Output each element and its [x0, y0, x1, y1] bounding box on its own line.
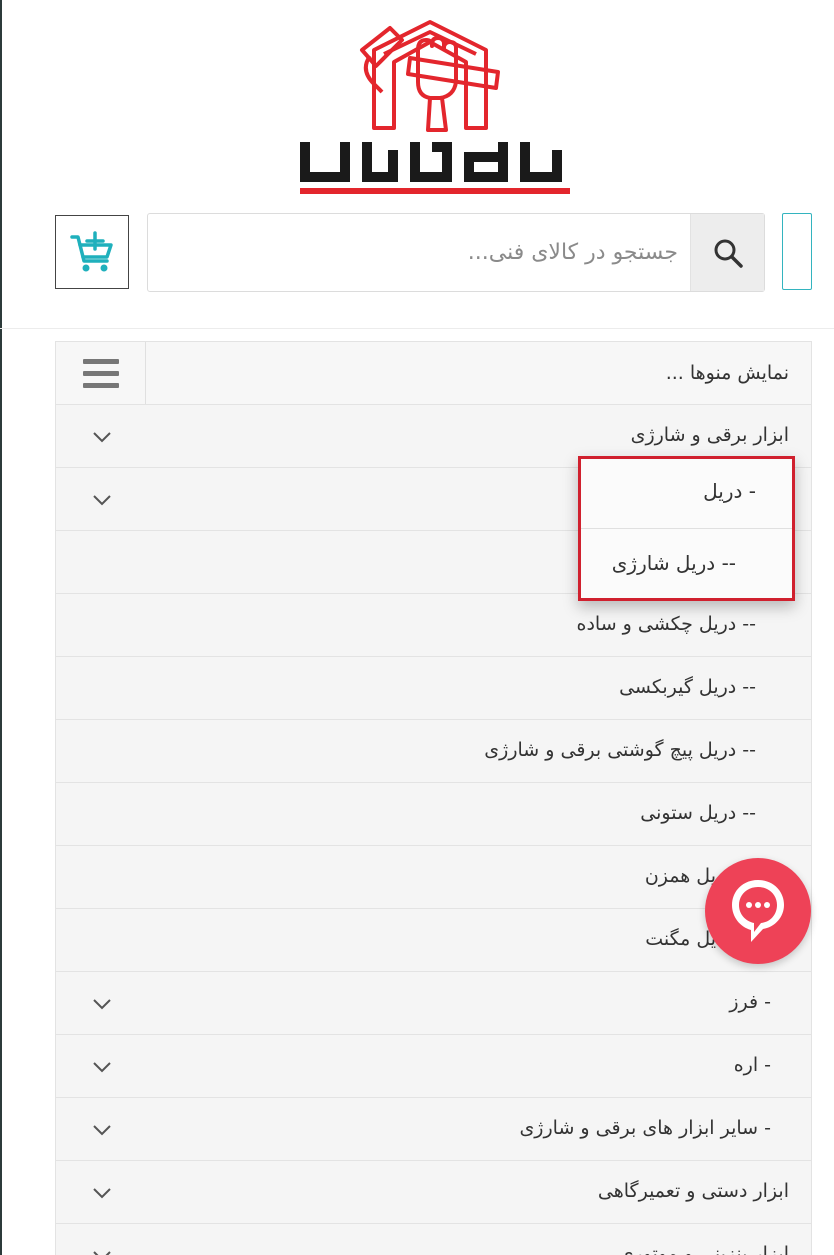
menu-item-hammer-drill[interactable]: -- دریل چکشی و ساده: [56, 594, 811, 657]
menu-item-label: -- دریل گیربکسی: [619, 676, 756, 698]
hamburger-icon[interactable]: [56, 342, 146, 404]
menu-item-grinder[interactable]: - فرز: [56, 972, 811, 1035]
chevron-down-icon[interactable]: [92, 1120, 112, 1140]
search-icon: [714, 239, 743, 268]
menu-item-label: -- دریل چکشی و ساده: [576, 613, 756, 635]
menu-item-mixer-drill[interactable]: یل همزن: [56, 846, 811, 909]
menu-item-label: ابزار بنزینی و موتوری: [618, 1243, 789, 1255]
chat-icon: [732, 880, 784, 942]
menu-item-label: - سایر ابزار های برقی و شارژی: [519, 1117, 771, 1139]
menu-header-label: نمایش منوها ...: [665, 362, 789, 384]
menu-item-magnet-drill[interactable]: یل مگنت: [56, 909, 811, 972]
popup-item-label: - دریل: [703, 479, 756, 503]
menu-item-label: ابزار برقی و شارژی: [630, 424, 789, 446]
logo-icon: [300, 20, 570, 194]
chat-button[interactable]: [705, 858, 811, 964]
side-panel-tab[interactable]: [782, 213, 812, 290]
drill-submenu-popup: - دریل -- دریل شارژی: [578, 456, 795, 601]
page-edge: [0, 0, 2, 1255]
menu-item-label: -- دریل ستونی: [640, 802, 756, 824]
search-bar: [147, 213, 765, 292]
cart-add-icon: [70, 231, 113, 272]
menu-item-label: ابزار دستی و تعمیرگاهی: [597, 1180, 789, 1202]
header-divider: [0, 328, 834, 329]
chevron-down-icon[interactable]: [92, 427, 112, 447]
menu-item-label: یل همزن: [644, 865, 716, 887]
menu-item-gearbox-drill[interactable]: -- دریل گیربکسی: [56, 657, 811, 720]
site-logo[interactable]: [290, 10, 580, 200]
chevron-down-icon[interactable]: [92, 490, 112, 510]
menu-item-label: - اره: [733, 1054, 771, 1076]
menu-item-column-drill[interactable]: -- دریل ستونی: [56, 783, 811, 846]
menu-item-label: - فرز: [729, 991, 771, 1013]
search-button[interactable]: [690, 214, 764, 291]
menu-item-label: -- دریل پیچ گوشتی برقی و شارژی: [484, 739, 756, 761]
search-input[interactable]: [148, 214, 690, 291]
menu-item-gasoline-tools[interactable]: ابزار بنزینی و موتوری: [56, 1224, 811, 1255]
chevron-down-icon[interactable]: [92, 994, 112, 1014]
popup-item-drill[interactable]: - دریل: [581, 459, 792, 528]
chevron-down-icon[interactable]: [92, 1246, 112, 1255]
chevron-down-icon[interactable]: [92, 1183, 112, 1203]
cart-button[interactable]: [55, 215, 129, 289]
menu-item-screwdriver-drill[interactable]: -- دریل پیچ گوشتی برقی و شارژی: [56, 720, 811, 783]
popup-item-cordless-drill[interactable]: -- دریل شارژی: [581, 528, 792, 597]
menu-item-other-power-tools[interactable]: - سایر ابزار های برقی و شارژی: [56, 1098, 811, 1161]
menu-item-saw[interactable]: - اره: [56, 1035, 811, 1098]
popup-item-label: -- دریل شارژی: [611, 551, 736, 575]
chevron-down-icon[interactable]: [92, 1057, 112, 1077]
menu-header[interactable]: نمایش منوها ...: [56, 342, 811, 405]
menu-item-hand-tools[interactable]: ابزار دستی و تعمیرگاهی: [56, 1161, 811, 1224]
menu-item-label: یل مگنت: [645, 928, 716, 950]
